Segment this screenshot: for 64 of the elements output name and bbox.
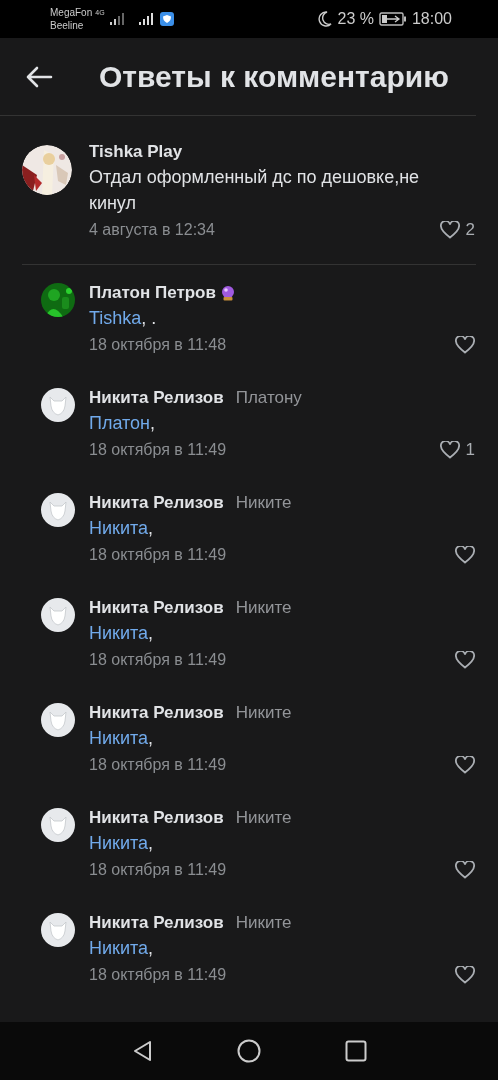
default-avatar-icon[interactable]: [41, 598, 75, 632]
mention-link[interactable]: Платон: [89, 413, 151, 433]
author-name[interactable]: Никита Релизов: [89, 806, 224, 830]
reply-to-name[interactable]: Никите: [235, 913, 292, 933]
battery-icon: [378, 12, 407, 26]
carrier-name: MegaFon: [50, 6, 93, 19]
moon-icon: [318, 11, 333, 27]
reply-date: 18 октября в 11:49: [89, 966, 227, 984]
default-avatar-icon[interactable]: [41, 493, 75, 527]
reply-text: Никита,: [89, 517, 155, 540]
reply-date: 18 октября в 11:49: [89, 441, 227, 459]
reply-text: Никита,: [89, 727, 155, 750]
reply-text: Платон,: [89, 412, 157, 435]
author-name[interactable]: Tishka Play: [89, 140, 476, 164]
default-avatar-icon[interactable]: [41, 913, 75, 947]
crystal-ball-icon: [219, 285, 236, 301]
mention-link[interactable]: Никита: [89, 623, 149, 643]
default-avatar-icon[interactable]: [41, 808, 75, 842]
mention-link[interactable]: Никита: [89, 938, 149, 958]
signal-icon: [138, 13, 155, 25]
reply-to-name[interactable]: Никите: [235, 598, 292, 618]
reply-to-name[interactable]: Никите: [235, 808, 292, 828]
comment-date: 4 августа в 12:34: [89, 221, 215, 239]
mention-link[interactable]: Tishka: [89, 308, 142, 328]
reply-to-name[interactable]: Никите: [235, 493, 292, 513]
reply-text: Tishka, .: [89, 307, 158, 330]
reply-text: Никита,: [89, 622, 155, 645]
mention-link[interactable]: Никита: [89, 518, 149, 538]
author-name[interactable]: Никита Релизов: [89, 386, 224, 410]
reply-text: Никита,: [89, 832, 155, 855]
default-avatar-icon[interactable]: [41, 388, 75, 422]
back-arrow-icon[interactable]: [25, 64, 53, 89]
battery-percent: 23 %: [337, 10, 374, 28]
reply-date: 18 октября в 11:49: [89, 756, 227, 774]
reply-date: 18 октября в 11:49: [89, 651, 227, 669]
like-button[interactable]: [455, 966, 475, 984]
like-button[interactable]: [455, 651, 475, 669]
author-name[interactable]: Никита Релизов: [89, 491, 224, 515]
carrier-name: Beeline: [50, 19, 85, 32]
reply-to-name[interactable]: Никите: [235, 703, 292, 723]
author-name[interactable]: Платон Петров: [89, 281, 216, 305]
like-button[interactable]: [455, 861, 475, 879]
author-name[interactable]: Никита Релизов: [89, 596, 224, 620]
author-name[interactable]: Никита Релизов: [89, 911, 224, 935]
author-name[interactable]: Никита Релизов: [89, 701, 224, 725]
page-title: Ответы к комментарию: [99, 59, 449, 94]
recent-apps-icon[interactable]: [345, 1040, 367, 1062]
reply-date: 18 октября в 11:49: [89, 546, 227, 564]
comment-text: Отдал оформленный дс по дешовке,не кинул: [89, 166, 421, 215]
like-button[interactable]: [455, 756, 475, 774]
reply-date: 18 октября в 11:49: [89, 861, 227, 879]
reply-to-name[interactable]: Платону: [235, 388, 302, 408]
default-avatar-icon[interactable]: [41, 703, 75, 737]
like-button[interactable]: [455, 336, 475, 354]
signal-icon: [109, 13, 126, 25]
shield-icon: [159, 12, 174, 26]
clock: 18:00: [411, 10, 452, 28]
home-icon[interactable]: [237, 1039, 261, 1063]
reply-date: 18 октября в 11:48: [89, 336, 227, 354]
like-button[interactable]: [455, 546, 475, 564]
reply-text: Никита,: [89, 937, 155, 960]
mention-link[interactable]: Никита: [89, 728, 149, 748]
back-icon[interactable]: [131, 1039, 153, 1063]
mention-link[interactable]: Никита: [89, 833, 149, 853]
